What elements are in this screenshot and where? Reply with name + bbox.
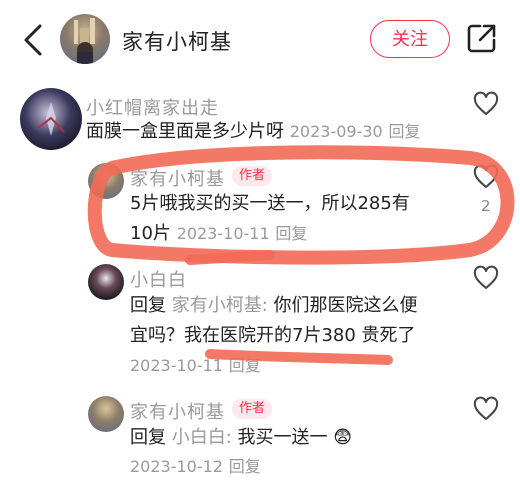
- like-heart-icon[interactable]: [473, 265, 499, 291]
- comment-username[interactable]: 家有小柯基: [130, 398, 225, 424]
- back-arrow-icon[interactable]: [18, 22, 48, 58]
- author-avatar[interactable]: [60, 14, 110, 64]
- follow-button[interactable]: 关注: [370, 20, 450, 58]
- like-count: 2: [481, 197, 491, 215]
- reply-prefix: 回复: [130, 295, 166, 316]
- author-badge: 作者: [232, 399, 273, 419]
- author-badge: 作者: [232, 166, 273, 186]
- reply-button[interactable]: 回复: [275, 224, 307, 243]
- comment-text-line: 回复 小白白: 我买一送一 😨: [130, 423, 352, 453]
- comment-text: 面膜一盒里面是多少片呀: [86, 121, 284, 142]
- reply-to-user[interactable]: 小白白:: [172, 427, 232, 448]
- comment-text: 5片哦我买的买一送一，所以285有: [130, 193, 410, 214]
- comment-header: 家有小柯基 关注: [0, 0, 520, 78]
- castle-photo-icon: [74, 18, 95, 64]
- like-heart-icon[interactable]: [473, 164, 499, 190]
- user-avatar[interactable]: [88, 396, 124, 432]
- scared-face-emoji: 😨: [333, 427, 353, 448]
- user-avatar[interactable]: [88, 163, 124, 199]
- comment-username[interactable]: 小白白: [130, 266, 187, 292]
- markup-underline-stroke: [185, 250, 275, 265]
- comment-text-line: 10片 2023-10-11 回复: [130, 219, 307, 249]
- author-name[interactable]: 家有小柯基: [122, 26, 232, 56]
- reply-button[interactable]: 回复: [229, 457, 261, 476]
- like-heart-icon[interactable]: [473, 91, 499, 117]
- reply-button[interactable]: 回复: [388, 122, 420, 141]
- reply-prefix: 回复: [130, 427, 166, 448]
- comment-text-line: 回复 家有小柯基: 你们那医院这么便: [130, 291, 418, 321]
- comment-date: 2023-09-30: [289, 122, 383, 141]
- user-avatar[interactable]: [88, 264, 124, 300]
- comment-text: 宜吗？我在医院开的7片380 贵死了: [130, 325, 416, 346]
- comment-text: 我买一送一: [237, 427, 328, 448]
- comment-text-line: 面膜一盒里面是多少片呀 2023-09-30 回复: [86, 117, 420, 147]
- comment-text: 你们那医院这么便: [273, 295, 418, 316]
- user-avatar[interactable]: [20, 88, 82, 150]
- figure-photo-icon: [37, 102, 65, 136]
- reply-button[interactable]: 回复: [229, 356, 261, 375]
- reply-to-user[interactable]: 家有小柯基:: [172, 295, 268, 316]
- comment-date: 2023-10-12: [130, 457, 223, 476]
- comment-meta-line: 2023-10-11 回复: [130, 351, 261, 381]
- share-icon[interactable]: [466, 22, 498, 54]
- like-heart-icon[interactable]: [473, 396, 499, 422]
- comment-date: 2023-10-11: [130, 356, 223, 375]
- comment-date: 2023-10-11: [176, 224, 270, 243]
- comment-username[interactable]: 家有小柯基: [130, 165, 225, 191]
- comment-text: 10片: [130, 223, 171, 244]
- comment-meta-line: 2023-10-12 回复: [130, 452, 261, 482]
